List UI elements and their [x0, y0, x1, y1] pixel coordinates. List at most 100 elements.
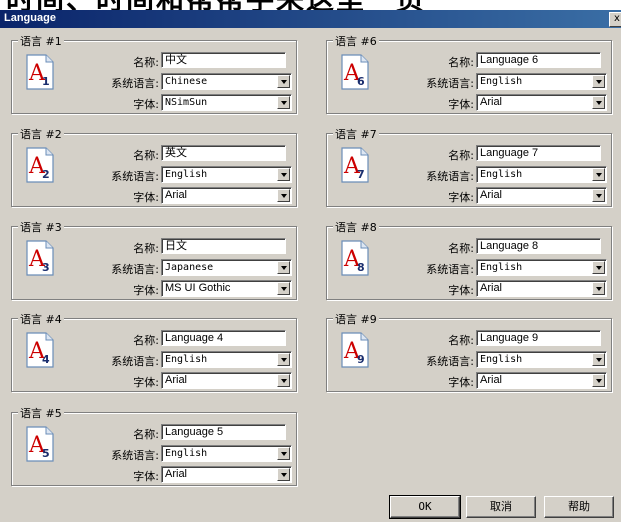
system-language-label: 系统语言:	[111, 77, 159, 90]
font-value: Arial	[165, 468, 188, 480]
system-language-select[interactable]: Japanese	[161, 259, 292, 276]
system-language-select[interactable]: English	[476, 166, 607, 183]
chevron-down-icon[interactable]	[277, 96, 290, 109]
name-label: 名称:	[448, 149, 474, 162]
font-label: 字体:	[448, 98, 474, 111]
language-group-3: 语言 #3 A 3 名称: 日文 系统语言: Japanese 字体: MS U…	[11, 219, 297, 300]
svg-text:5: 5	[42, 447, 50, 460]
font-label: 字体:	[448, 191, 474, 204]
language-group-4: 语言 #4 A 4 名称: Language 4 系统语言: English 字…	[11, 311, 297, 392]
chevron-down-icon[interactable]	[277, 468, 290, 481]
chevron-down-icon[interactable]	[592, 189, 605, 202]
font-select[interactable]: Arial	[161, 187, 292, 204]
language-document-icon: A 6	[341, 54, 369, 90]
system-language-value: English	[480, 354, 523, 365]
chevron-down-icon[interactable]	[592, 261, 605, 274]
system-language-value: English	[480, 169, 523, 180]
chevron-down-icon[interactable]	[592, 374, 605, 387]
background-window-text-strip: 时间、时间和帮帮手来这里一页	[0, 0, 621, 10]
name-input[interactable]: Language 4	[161, 330, 286, 346]
svg-text:6: 6	[357, 75, 365, 88]
system-language-select[interactable]: Chinese	[161, 73, 292, 90]
font-value: Arial	[165, 189, 188, 201]
name-input[interactable]: 英文	[161, 145, 286, 161]
font-select[interactable]: MS UI Gothic	[161, 280, 292, 297]
name-input[interactable]: Language 5	[161, 424, 286, 440]
font-label: 字体:	[448, 284, 474, 297]
font-value: Arial	[480, 282, 503, 294]
name-input[interactable]: Language 9	[476, 330, 601, 346]
system-language-label: 系统语言:	[426, 263, 474, 276]
chevron-down-icon[interactable]	[277, 189, 290, 202]
font-value: Arial	[480, 189, 503, 201]
chevron-down-icon[interactable]	[277, 75, 290, 88]
chevron-down-icon[interactable]	[592, 75, 605, 88]
close-button[interactable]: x	[609, 12, 621, 27]
svg-text:3: 3	[42, 261, 50, 274]
system-language-select[interactable]: English	[161, 351, 292, 368]
system-language-label: 系统语言:	[111, 355, 159, 368]
language-document-icon: A 1	[26, 54, 54, 90]
system-language-select[interactable]: English	[476, 259, 607, 276]
group-title: 语言 #5	[18, 405, 64, 421]
language-document-icon: A 2	[26, 147, 54, 183]
font-select[interactable]: Arial	[161, 466, 292, 483]
system-language-value: English	[165, 169, 208, 180]
font-select[interactable]: Arial	[161, 372, 292, 389]
font-select[interactable]: Arial	[476, 94, 607, 111]
system-language-value: English	[165, 448, 208, 459]
chevron-down-icon[interactable]	[277, 374, 290, 387]
chevron-down-icon[interactable]	[277, 447, 290, 460]
font-label: 字体:	[133, 284, 159, 297]
name-label: 名称:	[133, 428, 159, 441]
system-language-value: English	[480, 262, 523, 273]
svg-text:8: 8	[357, 261, 365, 274]
name-label: 名称:	[133, 334, 159, 347]
language-dialog: Language x 语言 #1 A 1 名称: 中文 系统语言: Chines…	[0, 10, 621, 522]
chevron-down-icon[interactable]	[277, 353, 290, 366]
font-select[interactable]: Arial	[476, 372, 607, 389]
system-language-select[interactable]: English	[161, 166, 292, 183]
chevron-down-icon[interactable]	[277, 168, 290, 181]
system-language-select[interactable]: English	[476, 351, 607, 368]
name-label: 名称:	[448, 242, 474, 255]
chevron-down-icon[interactable]	[592, 282, 605, 295]
name-input[interactable]: Language 8	[476, 238, 601, 254]
system-language-select[interactable]: English	[161, 445, 292, 462]
help-button[interactable]: 帮助	[544, 496, 614, 518]
chevron-down-icon[interactable]	[592, 96, 605, 109]
chevron-down-icon[interactable]	[592, 168, 605, 181]
font-value: NSimSun	[165, 97, 208, 108]
svg-text:2: 2	[42, 168, 50, 181]
chevron-down-icon[interactable]	[592, 353, 605, 366]
cancel-button[interactable]: 取消	[466, 496, 536, 518]
ok-button[interactable]: OK	[389, 495, 461, 519]
chevron-down-icon[interactable]	[277, 261, 290, 274]
group-title: 语言 #9	[333, 311, 379, 327]
font-select[interactable]: Arial	[476, 280, 607, 297]
language-document-icon: A 9	[341, 332, 369, 368]
name-label: 名称:	[133, 56, 159, 69]
font-value: Arial	[165, 374, 188, 386]
language-group-9: 语言 #9 A 9 名称: Language 9 系统语言: English 字…	[326, 311, 612, 392]
system-language-label: 系统语言:	[111, 263, 159, 276]
font-select[interactable]: Arial	[476, 187, 607, 204]
system-language-label: 系统语言:	[426, 170, 474, 183]
system-language-select[interactable]: English	[476, 73, 607, 90]
ok-button-label: OK	[418, 500, 432, 513]
window-title: Language	[4, 12, 56, 24]
name-input[interactable]: 日文	[161, 238, 286, 254]
system-language-value: Japanese	[165, 262, 214, 273]
language-document-icon: A 3	[26, 240, 54, 276]
font-label: 字体:	[133, 191, 159, 204]
group-title: 语言 #8	[333, 219, 379, 235]
name-input[interactable]: 中文	[161, 52, 286, 68]
font-value: Arial	[480, 374, 503, 386]
group-title: 语言 #7	[333, 126, 379, 142]
group-title: 语言 #2	[18, 126, 64, 142]
name-input[interactable]: Language 6	[476, 52, 601, 68]
name-input[interactable]: Language 7	[476, 145, 601, 161]
chevron-down-icon[interactable]	[277, 282, 290, 295]
group-title: 语言 #1	[18, 33, 64, 49]
font-select[interactable]: NSimSun	[161, 94, 292, 111]
